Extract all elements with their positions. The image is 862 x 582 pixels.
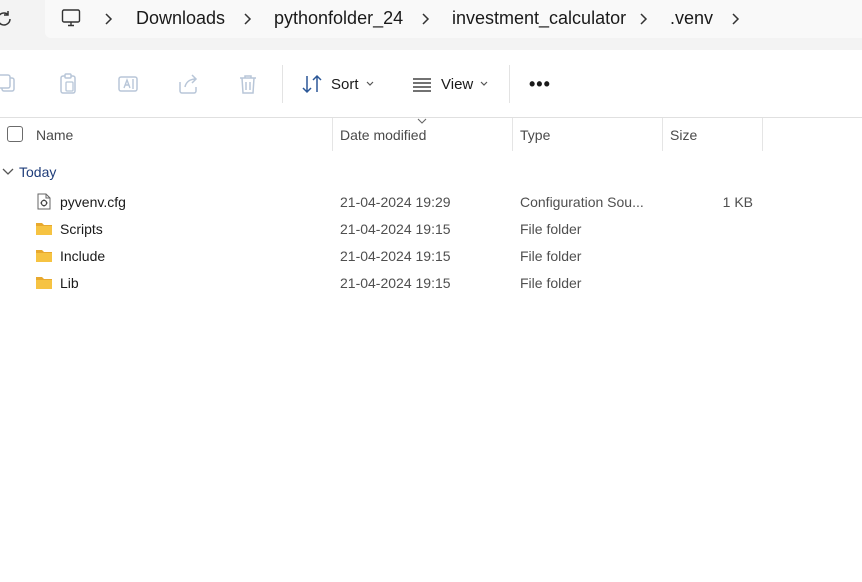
chevron-down-icon[interactable] [366, 81, 374, 87]
file-name: Include [60, 248, 106, 264]
sort-button[interactable]: Sort [331, 76, 359, 93]
select-all-checkbox[interactable] [7, 126, 23, 142]
file-name: Lib [60, 275, 79, 291]
breadcrumb-chevron-icon[interactable] [638, 11, 650, 27]
folder-icon [36, 223, 52, 235]
file-type: File folder [520, 221, 582, 237]
file-size: 1 KB [722, 194, 753, 210]
file-type: File folder [520, 248, 582, 264]
this-pc-icon[interactable] [61, 8, 81, 28]
config-file-icon [37, 193, 51, 210]
file-date: 21-04-2024 19:15 [340, 248, 451, 264]
file-type: File folder [520, 275, 582, 291]
file-row[interactable]: Scripts 21-04-2024 19:15 File folder [0, 216, 862, 243]
column-divider[interactable] [332, 118, 333, 151]
file-date: 21-04-2024 19:15 [340, 275, 451, 291]
column-name-header[interactable]: Name [36, 127, 73, 143]
file-date: 21-04-2024 19:29 [340, 194, 451, 210]
chevron-down-icon[interactable] [480, 81, 488, 87]
column-size-header[interactable]: Size [670, 127, 697, 143]
share-icon[interactable] [176, 72, 200, 96]
breadcrumb-chevron-icon[interactable] [730, 11, 742, 27]
file-date: 21-04-2024 19:15 [340, 221, 451, 237]
column-type-header[interactable]: Type [520, 127, 550, 143]
breadcrumb-pythonfolder[interactable]: pythonfolder_24 [274, 8, 403, 29]
group-label: Today [19, 164, 57, 180]
sort-indicator-icon [417, 118, 427, 124]
breadcrumb-chevron-icon[interactable] [103, 11, 115, 27]
command-bar: Sort View ••• [0, 50, 862, 118]
address-bar-area: Downloads pythonfolder_24 investment_cal… [0, 0, 862, 50]
file-name: Scripts [60, 221, 103, 237]
chevron-down-icon[interactable] [2, 167, 14, 177]
copy-icon[interactable] [0, 72, 18, 96]
folder-icon [36, 250, 52, 262]
paste-icon[interactable] [56, 72, 80, 96]
column-header: Name Date modified Type Size [0, 118, 862, 151]
breadcrumb-chevron-icon[interactable] [420, 11, 432, 27]
column-date-header[interactable]: Date modified [340, 127, 426, 143]
breadcrumb-investment-calculator[interactable]: investment_calculator [452, 8, 626, 29]
file-name: pyvenv.cfg [60, 194, 126, 210]
more-options-button[interactable]: ••• [529, 74, 551, 95]
breadcrumb-chevron-icon[interactable] [242, 11, 254, 27]
toolbar-divider [509, 65, 510, 103]
rename-icon[interactable] [116, 72, 140, 96]
toolbar-divider [282, 65, 283, 103]
delete-icon[interactable] [236, 72, 260, 96]
file-row[interactable]: Lib 21-04-2024 19:15 File folder [0, 270, 862, 297]
file-type: Configuration Sou... [520, 194, 644, 210]
refresh-icon[interactable] [0, 9, 14, 29]
file-row[interactable]: Include 21-04-2024 19:15 File folder [0, 243, 862, 270]
breadcrumb-venv[interactable]: .venv [670, 8, 713, 29]
view-button[interactable]: View [441, 76, 473, 93]
column-divider[interactable] [762, 118, 763, 151]
folder-icon [36, 277, 52, 289]
file-row[interactable]: pyvenv.cfg 21-04-2024 19:29 Configuratio… [0, 189, 862, 216]
column-divider[interactable] [662, 118, 663, 151]
breadcrumb-downloads[interactable]: Downloads [136, 8, 225, 29]
column-divider[interactable] [512, 118, 513, 151]
sort-icon[interactable] [300, 72, 324, 96]
view-icon[interactable] [410, 72, 434, 96]
